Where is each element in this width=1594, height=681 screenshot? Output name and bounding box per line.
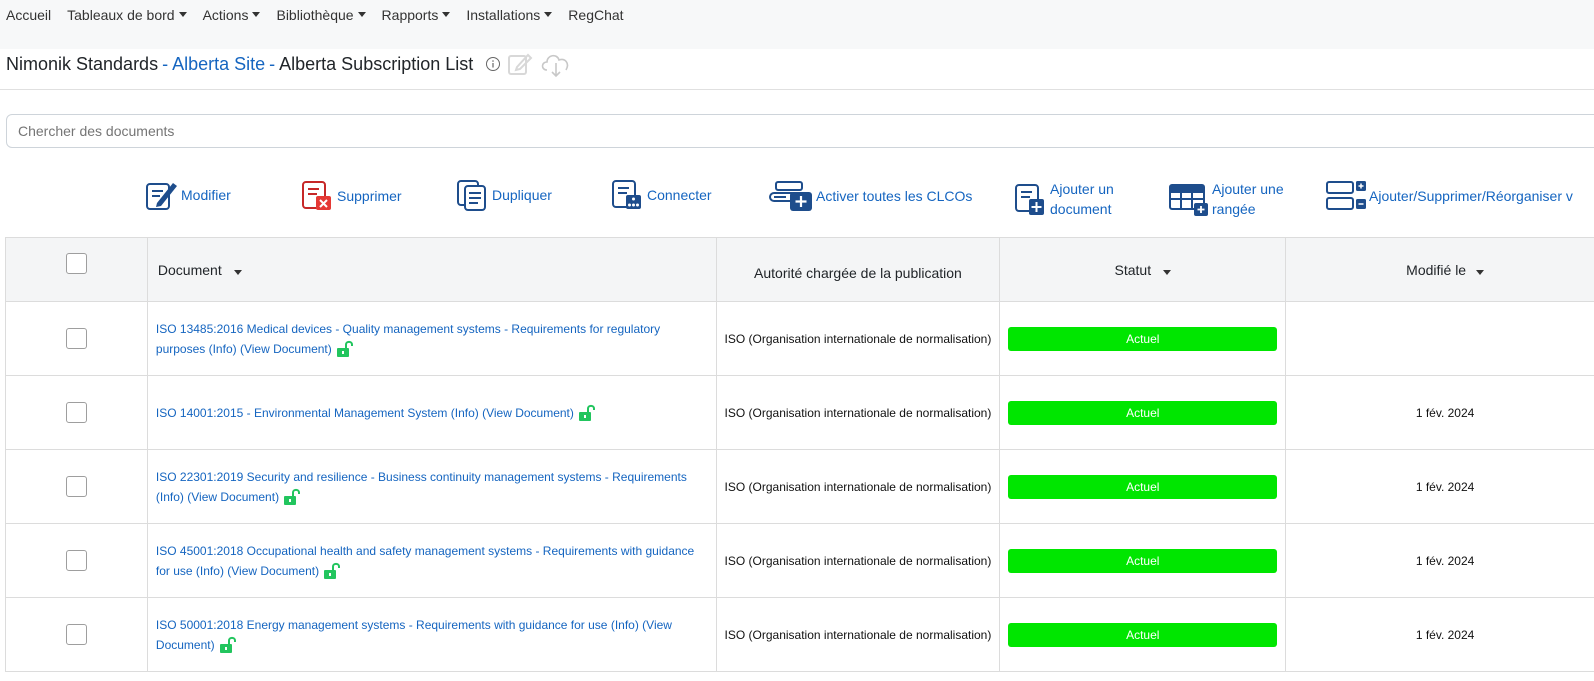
row-checkbox[interactable]	[65, 624, 87, 645]
unlock-icon[interactable]	[336, 340, 356, 358]
select-all-checkbox[interactable]	[65, 253, 87, 274]
delete-document-icon	[302, 181, 331, 210]
select-all-cell	[5, 237, 148, 302]
activate-list-icon	[769, 181, 812, 211]
nav-item-actions[interactable]: Actions	[203, 7, 261, 23]
sort-caret-icon	[1163, 269, 1171, 275]
title-org: Nimonik Standards	[6, 53, 159, 74]
duplicate-label: Dupliquer	[492, 187, 552, 203]
reorganize-columns-button[interactable]: Ajouter/Supprimer/Réorganiser v	[1325, 179, 1573, 213]
row-checkbox[interactable]	[65, 550, 87, 571]
connect-document-icon	[612, 180, 641, 209]
status-badge: Actuel	[1008, 548, 1278, 573]
authority-cell: ISO (Organisation internationale de norm…	[715, 375, 1001, 450]
sort-caret-icon	[1475, 269, 1484, 275]
document-link[interactable]: ISO 45001:2018 Occupational health and s…	[156, 544, 694, 558]
top-nav: Accueil Tableaux de bord Actions Bibliot…	[0, 0, 1594, 49]
authority-cell: ISO (Organisation internationale de norm…	[715, 449, 1001, 524]
nav-item-dashboards[interactable]: Tableaux de bord	[67, 7, 187, 23]
authority-cell: ISO (Organisation internationale de norm…	[715, 597, 1001, 672]
unlock-icon[interactable]	[323, 562, 343, 580]
table-row: ISO 45001:2018 Occupational health and s…	[5, 523, 1594, 598]
add-row-label: Ajouter une rangée	[1212, 181, 1284, 217]
delete-label: Supprimer	[337, 188, 402, 204]
document-link[interactable]: ISO 50001:2018 Energy management systems…	[156, 618, 672, 632]
table-row: ISO 22301:2019 Security and resilience -…	[5, 449, 1594, 524]
sort-caret-icon	[233, 269, 242, 275]
caret-down-icon	[357, 12, 366, 17]
connect-button[interactable]: Connecter	[611, 179, 712, 211]
modify-label: Modifier	[181, 187, 231, 203]
cloud-download-icon[interactable]	[539, 50, 573, 78]
add-document-label: Ajouter un document	[1050, 181, 1114, 217]
search-input[interactable]	[6, 114, 1594, 148]
activate-clcos-button[interactable]: Activer toutes les CLCOs	[768, 180, 972, 212]
status-badge: Actuel	[1008, 326, 1278, 351]
edit-icon[interactable]	[507, 51, 533, 77]
row-checkbox[interactable]	[65, 476, 87, 497]
nav-item-library[interactable]: Bibliothèque	[276, 7, 366, 23]
document-link[interactable]: Document)	[156, 638, 215, 652]
caret-down-icon	[442, 12, 451, 17]
document-link[interactable]: ISO 13485:2016 Medical devices - Quality…	[156, 322, 660, 336]
duplicate-document-icon	[457, 180, 486, 211]
document-link[interactable]: purposes (Info) (View Document)	[156, 342, 332, 356]
document-link[interactable]: ISO 14001:2015 - Environmental Managemen…	[156, 406, 574, 420]
modified-date: 1 fév. 2024	[1285, 597, 1594, 672]
duplicate-button[interactable]: Dupliquer	[456, 179, 552, 211]
table-row: ISO 14001:2015 - Environmental Managemen…	[5, 375, 1594, 450]
add-row-button[interactable]: Ajouter une rangée	[1168, 179, 1284, 219]
delete-button[interactable]: Supprimer	[301, 180, 402, 212]
reorganize-columns-label: Ajouter/Supprimer/Réorganiser v	[1369, 188, 1573, 204]
row-checkbox[interactable]	[65, 402, 87, 423]
row-checkbox[interactable]	[65, 328, 87, 349]
reorganize-columns-icon	[1326, 181, 1366, 210]
modified-date: 1 fév. 2024	[1285, 449, 1594, 524]
modified-date	[1285, 301, 1594, 376]
add-row-icon	[1169, 184, 1208, 216]
title-list: Alberta Subscription List	[279, 53, 474, 74]
header-authority: Autorité chargée de la publication	[715, 237, 1001, 302]
info-icon[interactable]	[485, 56, 501, 72]
document-link[interactable]: for use (Info) (View Document)	[156, 564, 319, 578]
edit-document-icon	[146, 183, 177, 210]
nav-item-reports[interactable]: Rapports	[382, 7, 451, 23]
authority-cell: ISO (Organisation internationale de norm…	[715, 301, 1001, 376]
unlock-icon[interactable]	[283, 488, 303, 506]
table-row: ISO 13485:2016 Medical devices - Quality…	[5, 301, 1594, 376]
unlock-icon[interactable]	[219, 636, 239, 654]
header-document[interactable]: Document	[146, 237, 717, 302]
table-header-row: Document Autorité chargée de la publicat…	[5, 237, 1594, 302]
modify-button[interactable]: Modifier	[145, 179, 231, 211]
documents-table: Document Autorité chargée de la publicat…	[5, 237, 1594, 672]
add-document-button[interactable]: Ajouter un document	[1014, 179, 1114, 219]
title-separator: -	[269, 53, 276, 74]
caret-down-icon	[544, 12, 553, 17]
nav-item-accueil[interactable]: Accueil	[6, 7, 51, 23]
caret-down-icon	[178, 12, 187, 17]
authority-cell: ISO (Organisation internationale de norm…	[715, 523, 1001, 598]
title-site-link[interactable]: Alberta Site	[172, 54, 265, 75]
caret-down-icon	[252, 12, 261, 17]
title-separator: -	[162, 53, 169, 74]
header-modified[interactable]: Modifié le	[1285, 237, 1594, 302]
status-badge: Actuel	[1008, 622, 1278, 647]
status-badge: Actuel	[1008, 400, 1278, 425]
add-document-icon	[1015, 184, 1044, 215]
page-title: Nimonik Standards - Alberta Site - Alber…	[6, 50, 573, 78]
header-status[interactable]: Statut	[999, 237, 1287, 302]
document-link[interactable]: (Info) (View Document)	[156, 490, 279, 504]
header-divider	[0, 89, 1594, 90]
activate-clcos-label: Activer toutes les CLCOs	[816, 188, 973, 204]
table-row: ISO 50001:2018 Energy management systems…	[5, 597, 1594, 672]
document-link[interactable]: ISO 22301:2019 Security and resilience -…	[156, 470, 687, 484]
modified-date: 1 fév. 2024	[1285, 375, 1594, 450]
nav-item-regchat[interactable]: RegChat	[568, 7, 623, 23]
status-badge: Actuel	[1008, 474, 1278, 499]
nav-item-facilities[interactable]: Installations	[466, 7, 553, 23]
connect-label: Connecter	[647, 187, 712, 203]
modified-date: 1 fév. 2024	[1285, 523, 1594, 598]
unlock-icon[interactable]	[578, 404, 598, 422]
